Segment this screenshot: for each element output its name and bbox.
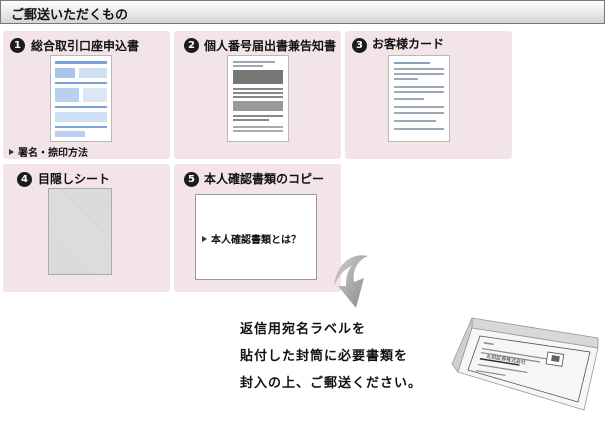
privacy-sheet-thumbnail[interactable] [48, 188, 112, 275]
instruction-line-2: 貼付した封筒に必要書類を [240, 349, 409, 364]
instruction-line-1: 返信用宛名ラベルを [240, 322, 367, 337]
card-title: 総合取引口座申込書 [31, 39, 140, 53]
card-title: 本人確認書類のコピー [204, 172, 325, 186]
number-badge: 1 [10, 38, 25, 53]
card-title: 個人番号届出書兼告知書 [204, 39, 337, 53]
signature-seal-link[interactable]: 署名・捺印方法 [9, 144, 88, 159]
application-form-thumbnail[interactable] [50, 55, 112, 142]
number-form-thumbnail[interactable] [227, 55, 289, 142]
card-customer-card: 3 お客様カード [345, 31, 512, 159]
number-badge: 3 [352, 38, 367, 53]
card-title: 目隠しシート [38, 172, 111, 186]
number-badge: 4 [17, 172, 32, 187]
section-header: ご郵送いただくもの [0, 0, 605, 24]
arrow-right-icon [9, 149, 14, 155]
card-individual-number: 2 個人番号届出書兼告知書 [174, 31, 341, 159]
id-documents-box[interactable]: 本人確認書類とは？ [195, 194, 317, 280]
envelope-illustration [451, 317, 599, 411]
instruction-line-3: 封入の上、ご郵送ください。 [240, 376, 423, 391]
number-badge: 5 [184, 172, 199, 187]
card-account-application: 1 総合取引口座申込書 署名・捺印方法 [3, 31, 170, 159]
customer-card-thumbnail[interactable] [388, 55, 450, 142]
arrow-right-icon [202, 236, 207, 242]
curved-arrow-icon [334, 255, 368, 308]
card-privacy-sheet: 4 目隠しシート [3, 164, 170, 292]
card-title: お客様カード [372, 37, 445, 51]
link-label: 本人確認書類とは？ [211, 235, 301, 246]
link-label: 署名・捺印方法 [18, 148, 88, 159]
section-title: ご郵送いただくもの [11, 8, 129, 23]
id-documents-link[interactable]: 本人確認書類とは？ [202, 231, 301, 246]
number-badge: 2 [184, 38, 199, 53]
